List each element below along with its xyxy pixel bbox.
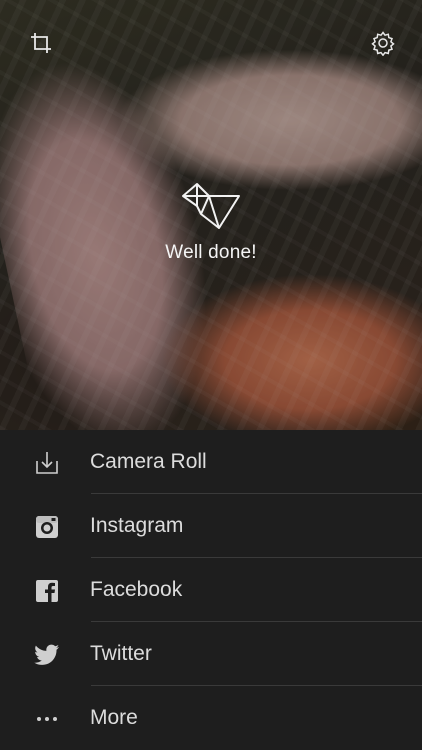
completion-message: Well done! (0, 180, 422, 264)
gear-icon (371, 31, 395, 56)
well-done-label: Well done! (165, 242, 257, 263)
share-camera-roll[interactable]: Camera Roll (0, 430, 422, 494)
share-instagram[interactable]: Instagram (0, 494, 422, 558)
crop-button[interactable] (24, 26, 58, 60)
instagram-label: Instagram (90, 514, 184, 537)
download-icon (34, 450, 60, 476)
twitter-icon (34, 642, 60, 668)
instagram-icon (34, 514, 60, 540)
share-twitter[interactable]: Twitter (0, 622, 422, 686)
bird-logo-icon (182, 183, 240, 229)
facebook-label: Facebook (90, 578, 183, 601)
share-facebook[interactable]: Facebook (0, 558, 422, 622)
settings-button[interactable] (366, 26, 400, 60)
more-icon (34, 706, 60, 732)
camera-roll-label: Camera Roll (90, 450, 207, 473)
crop-icon (31, 33, 51, 53)
share-options-list: Camera Roll Instagram Facebook Twitter M… (0, 430, 422, 750)
facebook-icon (34, 578, 60, 604)
photo-preview: Well done! (0, 0, 422, 430)
more-label: More (90, 706, 138, 729)
twitter-label: Twitter (90, 642, 152, 665)
share-more[interactable]: More (0, 686, 422, 750)
